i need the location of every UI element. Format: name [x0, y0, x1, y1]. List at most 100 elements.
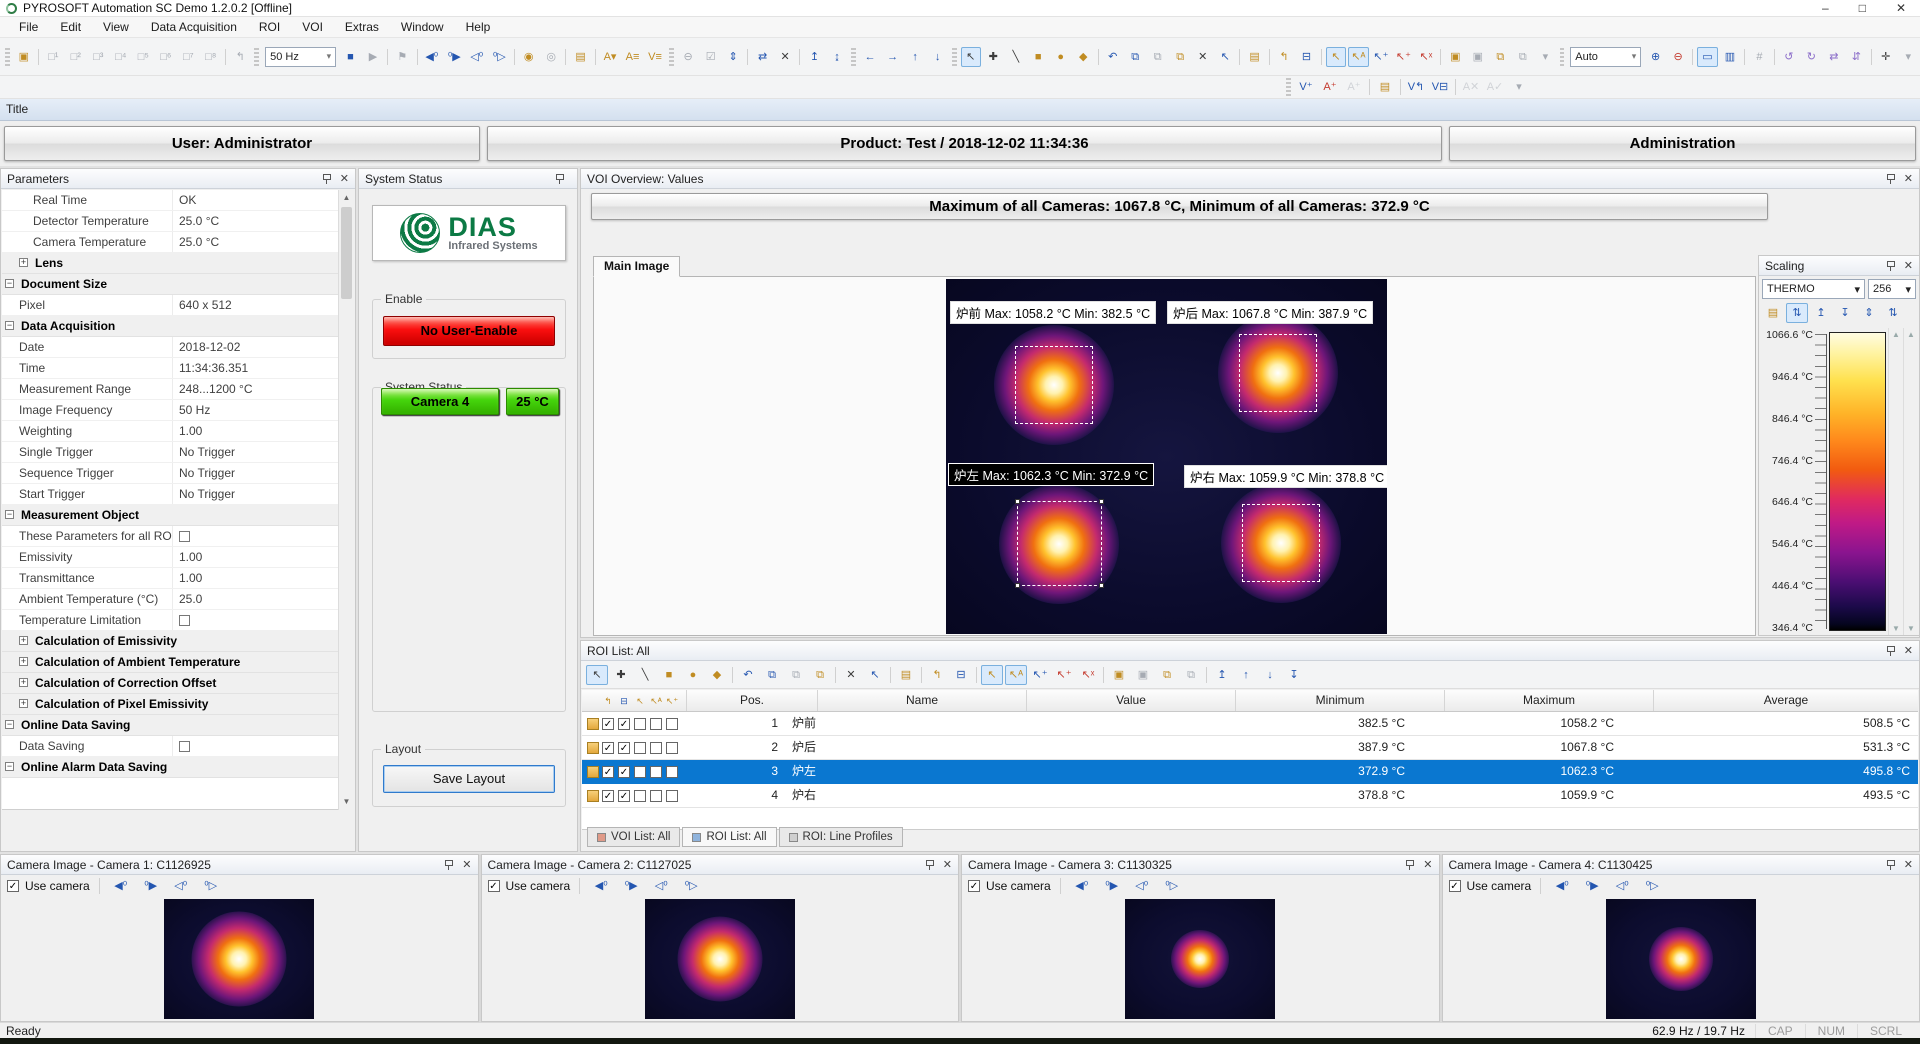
toolbar-grip[interactable] — [669, 48, 674, 66]
resize-handle[interactable] — [1015, 499, 1020, 504]
stop-icon[interactable]: ■ — [340, 47, 361, 67]
focus-forward-icon[interactable]: ⁰▶ — [1581, 876, 1603, 896]
open-file-icon[interactable]: ↰ — [1274, 47, 1295, 67]
menu-window[interactable]: Window — [390, 18, 455, 36]
scroll-down-icon[interactable]: ▼ — [1907, 624, 1915, 633]
toolbar2-more-icon[interactable]: ▾ — [1508, 77, 1530, 97]
column-value[interactable]: Value — [1026, 690, 1235, 711]
focus-forward-icon[interactable]: ⁰▶ — [1101, 876, 1123, 896]
roi-delete-icon[interactable]: ↖ˣ — [1416, 47, 1437, 67]
roi-duplicate-icon[interactable]: ⧉ — [809, 665, 831, 685]
roi-label-checkbox[interactable] — [618, 742, 630, 754]
roi-save-icon[interactable]: ⊟ — [950, 665, 972, 685]
col-select-icon[interactable]: ↖ — [632, 693, 648, 709]
parameter-row[interactable]: + Calculation of Ambient Temperature — [2, 652, 340, 673]
scroll-down-icon[interactable]: ▼ — [1892, 624, 1900, 633]
dock-tab[interactable]: VOI List: All — [587, 827, 680, 847]
parameter-row[interactable]: These Parameters for all RO — [2, 526, 340, 547]
parameter-row[interactable]: − Online Alarm Data Saving — [2, 757, 340, 778]
roi-add-icon[interactable]: ↖⁺ — [1371, 47, 1392, 67]
roi-box-furnace-right[interactable] — [1242, 504, 1320, 582]
column-average[interactable]: Average — [1653, 690, 1918, 711]
expander-icon[interactable]: − — [5, 510, 14, 519]
roi-option1-checkbox[interactable] — [634, 766, 646, 778]
scaling-properties-icon[interactable]: ▤ — [1762, 303, 1784, 323]
toolbar-grip[interactable] — [1560, 48, 1565, 66]
order-back-icon[interactable]: ▣ — [1468, 47, 1489, 67]
roi-option3-checkbox[interactable] — [666, 790, 678, 802]
expander-icon[interactable]: + — [19, 636, 28, 645]
product-button[interactable]: Product: Test / 2018-12-02 11:34:36 — [487, 126, 1442, 161]
toolbar-grip[interactable] — [851, 48, 856, 66]
toolbar-grip[interactable] — [254, 48, 259, 66]
close-icon[interactable]: ✕ — [1904, 644, 1913, 657]
parameter-row[interactable]: − Measurement Object — [2, 505, 340, 526]
col-add-icon[interactable]: ↖⁺ — [664, 693, 680, 709]
administration-button[interactable]: Administration — [1449, 126, 1916, 161]
scroll-up-icon[interactable]: ▲ — [1892, 330, 1900, 339]
paste-icon[interactable]: ⧉ — [1147, 47, 1168, 67]
scaling-min-icon[interactable]: ↧ — [1834, 303, 1856, 323]
focus-rewind-icon[interactable]: ◀⁰ — [1071, 876, 1093, 896]
scroll-up-icon[interactable]: ▲ — [339, 190, 354, 206]
roi-visible-checkbox[interactable] — [602, 766, 614, 778]
status-value-button[interactable]: 25 °C — [506, 388, 559, 415]
scale-scrollbar-max[interactable]: ▲▼ — [1888, 328, 1903, 635]
expand-rows-icon[interactable]: ⇕ — [723, 47, 744, 67]
parameter-row[interactable]: Single Trigger No Trigger — [2, 442, 340, 463]
roi-order-forward-icon[interactable]: ⧉ — [1156, 665, 1178, 685]
roi-option2-checkbox[interactable] — [650, 766, 662, 778]
select-all-icon[interactable]: ↖ — [1215, 47, 1236, 67]
record-stop-icon[interactable]: ◎ — [541, 47, 562, 67]
zoom-in-icon[interactable]: ⊕ — [1645, 47, 1666, 67]
select-pointer-icon[interactable]: ↖ — [961, 47, 982, 67]
close-icon[interactable]: ✕ — [1904, 172, 1913, 185]
voi-properties-icon[interactable]: ▤ — [1374, 77, 1396, 97]
pause-icon[interactable]: ⊖ — [678, 47, 699, 67]
roi-option1-checkbox[interactable] — [634, 790, 646, 802]
col-save-icon[interactable]: ⊟ — [616, 693, 632, 709]
nav-back-icon[interactable]: ← — [860, 47, 881, 67]
close-icon[interactable]: ✕ — [1423, 858, 1432, 871]
roi-draw-rect-icon[interactable]: ■ — [658, 665, 680, 685]
roi-new-alarm-icon[interactable]: ↖⁺ — [1053, 665, 1075, 685]
expander-icon[interactable]: − — [5, 279, 14, 288]
ascii-save-icon[interactable]: A▾ — [600, 47, 621, 67]
menu-view[interactable]: View — [92, 18, 140, 36]
roi-label-icon[interactable]: ↖ᴬ — [1348, 47, 1369, 67]
data-save-icon[interactable]: ▤ — [570, 47, 591, 67]
focus-step-back-icon[interactable]: ◁⁰ — [170, 876, 192, 896]
parameter-row[interactable]: Temperature Limitation — [2, 610, 340, 631]
scaling-once-icon[interactable]: ⇅ — [1882, 303, 1904, 323]
column-pos[interactable]: Pos. — [686, 690, 817, 711]
pin-icon[interactable] — [1885, 645, 1896, 657]
voi-save-icon[interactable]: V⊟ — [1429, 77, 1451, 97]
parameter-row[interactable]: Ambient Temperature (°C) 25.0 — [2, 589, 340, 610]
voi-add-icon[interactable]: V⁺ — [1295, 77, 1317, 97]
dock-tab[interactable]: ROI List: All — [682, 827, 776, 847]
roi-mode-label-icon[interactable]: ↖ᴬ — [1005, 665, 1027, 685]
resize-handle[interactable] — [1015, 583, 1020, 588]
frequency-select[interactable]: 50 Hz▾ — [265, 47, 336, 67]
close-icon[interactable]: ✕ — [1904, 259, 1913, 272]
order-front-icon[interactable]: ▣ — [1445, 47, 1466, 67]
grid-icon[interactable]: # — [1749, 47, 1770, 67]
toolbar-grip[interactable] — [5, 48, 10, 66]
roi-mode-select-icon[interactable]: ↖ — [981, 665, 1003, 685]
view-6-icon[interactable]: □⁶ — [156, 47, 177, 67]
parameter-row[interactable]: − Data Acquisition — [2, 316, 340, 337]
view-8-icon[interactable]: □⁸ — [201, 47, 222, 67]
duplicate-icon[interactable]: ⧉ — [1170, 47, 1191, 67]
expander-icon[interactable]: − — [5, 321, 14, 330]
roi-delete-icon[interactable]: ✕ — [840, 665, 862, 685]
column-maximum[interactable]: Maximum — [1444, 690, 1653, 711]
draw-polygon-icon[interactable]: ◆ — [1073, 47, 1094, 67]
maximize-button[interactable]: □ — [1859, 1, 1866, 15]
pan-icon[interactable]: ✛ — [1876, 47, 1897, 67]
roi-option2-checkbox[interactable] — [650, 742, 662, 754]
play-icon[interactable]: ▶ — [363, 47, 384, 67]
parameter-row[interactable]: − Online Data Saving — [2, 715, 340, 736]
alarm-confirm-icon[interactable]: A✓ — [1484, 77, 1506, 97]
alarm-delete-icon[interactable]: A✕ — [1460, 77, 1482, 97]
parameter-row[interactable]: Image Frequency 50 Hz — [2, 400, 340, 421]
